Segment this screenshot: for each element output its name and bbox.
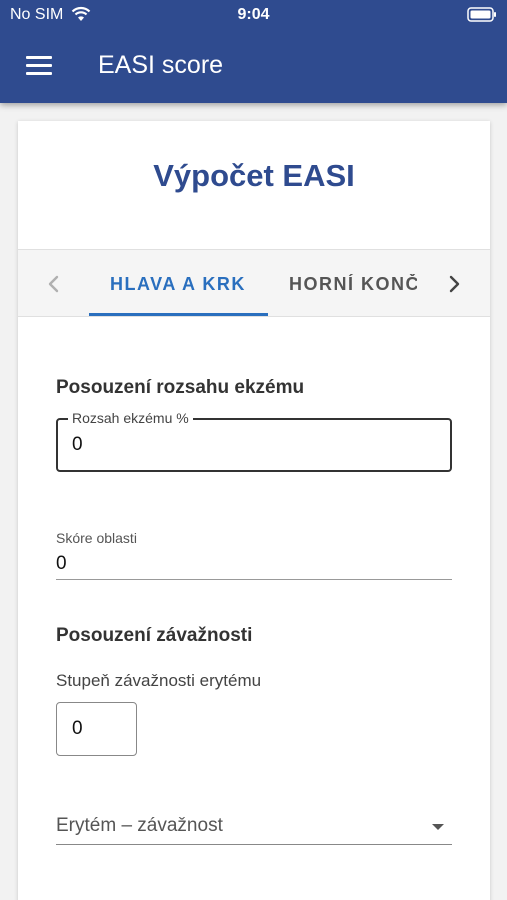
extent-section-title: Posouzení rozsahu ekzému <box>56 377 305 398</box>
extent-field-value: 0 <box>72 434 83 455</box>
severity-section-title: Posouzení závažnosti <box>56 625 253 646</box>
status-bar: No SIM 9:04 <box>0 0 507 30</box>
erythema-severity-label: Stupeň závažnosti erytému <box>56 671 262 690</box>
dropdown-arrow-icon <box>432 824 444 830</box>
area-score-value: 0 <box>56 553 67 574</box>
tab-head-neck[interactable]: HLAVA A KRK <box>110 274 246 295</box>
area-score-underline <box>56 579 452 580</box>
select-underline <box>56 844 452 845</box>
extent-field-label: Rozsah ekzému % <box>68 410 193 426</box>
body-region-tabs: HLAVA A KRK HORNÍ KONČ <box>18 249 490 317</box>
menu-icon[interactable] <box>26 56 52 76</box>
erythema-severity-input[interactable]: 0 <box>56 702 137 756</box>
area-score-label: Skóre oblasti <box>56 530 137 546</box>
chevron-right-icon[interactable] <box>444 272 464 296</box>
card-title: Výpočet EASI <box>153 158 355 193</box>
active-tab-indicator <box>89 313 268 316</box>
app-bar: No SIM 9:04 EASI score <box>0 0 507 103</box>
clock: 9:04 <box>237 6 270 23</box>
chevron-left-icon[interactable] <box>44 272 64 296</box>
easi-card: Výpočet EASI HLAVA A KRK HORNÍ KONČ Poso… <box>18 121 490 900</box>
battery-icon <box>467 7 496 22</box>
erythema-select-placeholder: Erytém – závažnost <box>56 815 223 836</box>
extent-percent-field[interactable]: Rozsah ekzému % 0 <box>56 410 452 472</box>
erythema-severity-value: 0 <box>72 718 83 739</box>
erythema-severity-select[interactable]: Erytém – závažnost <box>56 811 452 845</box>
app-title: EASI score <box>98 51 224 79</box>
tab-upper-limbs[interactable]: HORNÍ KONČ <box>289 274 417 295</box>
